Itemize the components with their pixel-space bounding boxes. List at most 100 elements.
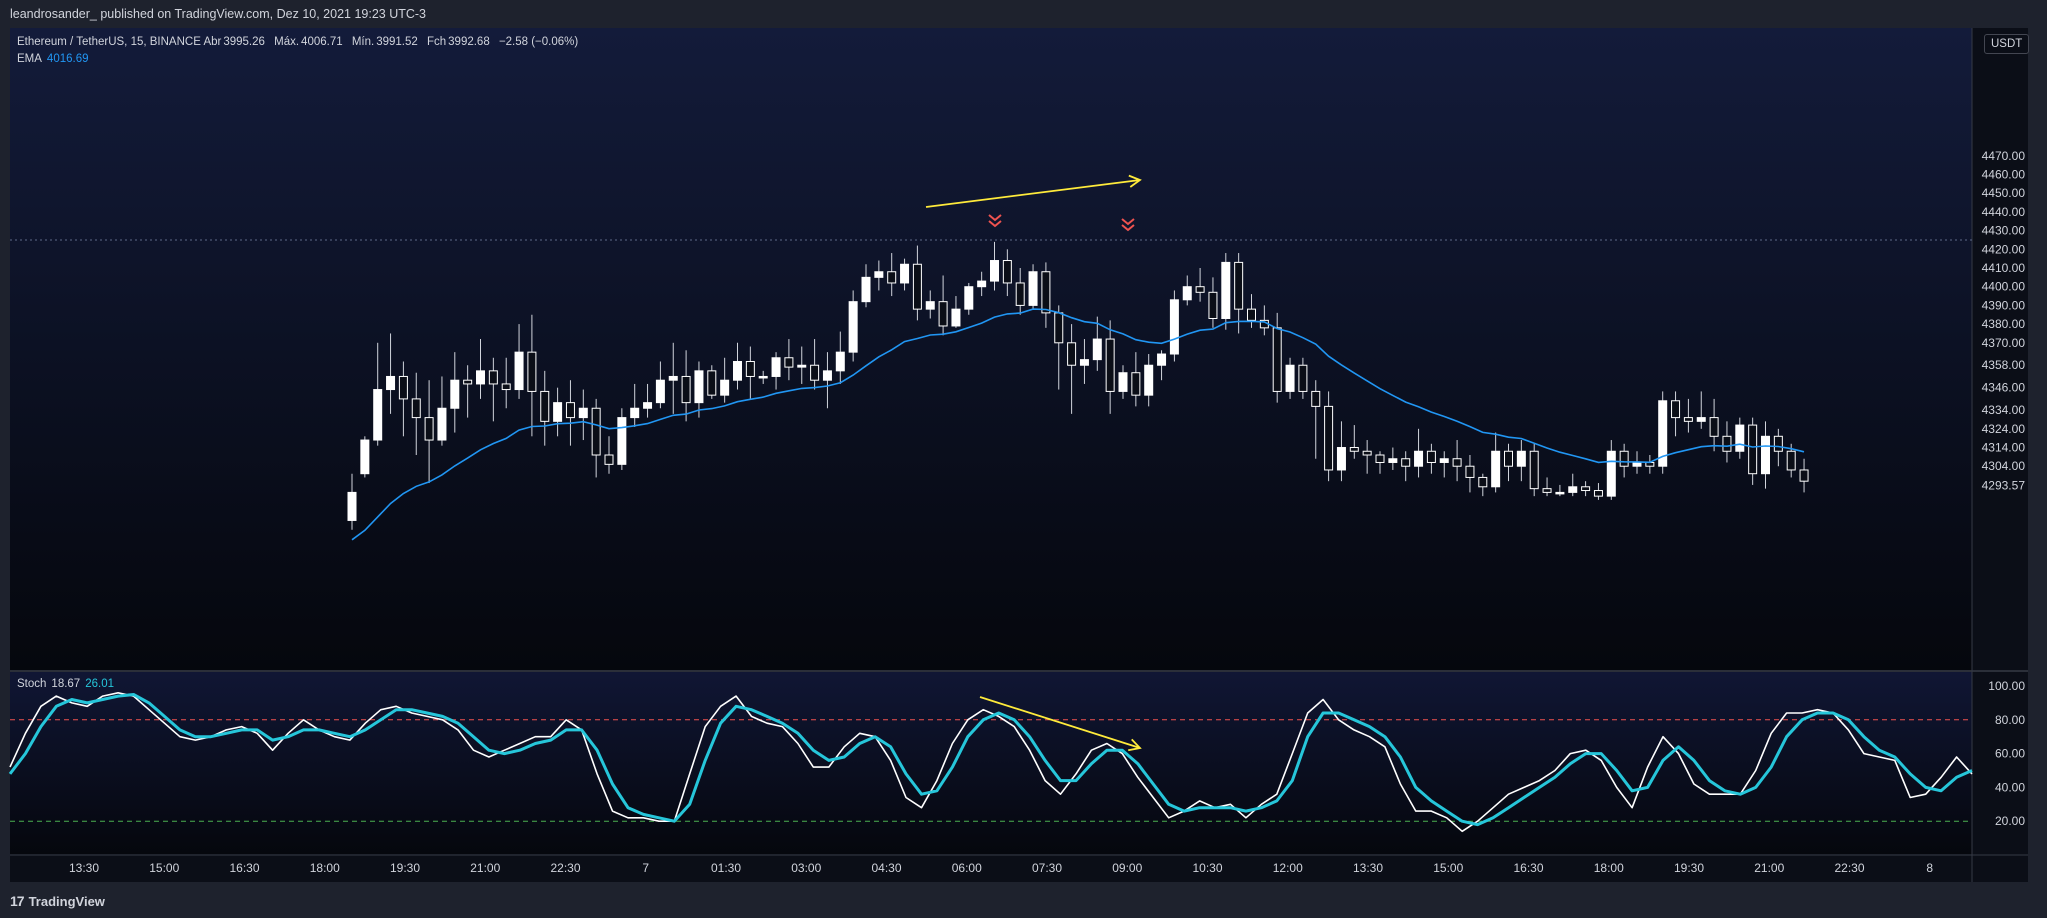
price-tick-label: 4324.00	[1982, 422, 2026, 436]
tradingview-logo[interactable]: 17 TradingView	[10, 893, 105, 909]
time-tick-label: 22:30	[550, 861, 580, 875]
chart-svg[interactable]: 13:30 15:00 16:30 18:00 19:30 21:00 22:30 7 01:3…	[0, 0, 2047, 918]
candle-down	[1426, 450, 1436, 463]
candle-up	[1555, 491, 1565, 495]
candle-up	[1169, 299, 1179, 355]
stoch-label[interactable]: Stoch	[17, 678, 46, 690]
candle-up	[874, 271, 884, 278]
close-label: Fch	[426, 36, 447, 48]
price-tick-label: 4370.00	[1982, 336, 2026, 350]
candle-up	[990, 260, 999, 282]
candle-up	[553, 402, 563, 422]
candle-down	[591, 407, 601, 456]
price-tick-label: 4430.00	[1982, 224, 2026, 238]
candle-up	[1632, 461, 1642, 467]
time-tick-label: 03:00	[791, 861, 821, 875]
candle-up	[1221, 261, 1231, 319]
series-legend: Ethereum / TetherUS, 15, BINANCE Abr 3995…	[17, 34, 578, 68]
candle-up	[655, 379, 665, 404]
candle-down	[540, 390, 550, 422]
symbol-name[interactable]: Ethereum / TetherUS, 15, BINANCE	[17, 36, 201, 48]
candle-down	[1195, 286, 1205, 293]
candle-up	[476, 370, 485, 385]
stoch-tick-label: 40.00	[1995, 780, 2025, 794]
price-tick-label: 4420.00	[1982, 242, 2026, 256]
time-tick-label: 19:30	[390, 861, 420, 875]
candle-down	[1349, 447, 1359, 452]
candle-down	[1478, 476, 1488, 488]
candle-down	[1401, 458, 1411, 467]
price-tick-label: 4346.00	[1982, 381, 2026, 395]
time-tick-label: 15:00	[149, 861, 179, 875]
price-tick-label: 4460.00	[1982, 168, 2026, 182]
candle-up	[450, 379, 460, 409]
candle-down	[1234, 261, 1244, 310]
candle-up	[347, 491, 357, 521]
open-value: 3995.26	[223, 36, 265, 48]
candle-down	[1131, 372, 1141, 396]
candle-down	[1015, 282, 1025, 306]
candle-down	[912, 263, 922, 310]
candle-up	[797, 364, 807, 368]
time-tick-label: 04:30	[871, 861, 901, 875]
candle-up	[1606, 450, 1616, 497]
stoch-pane	[10, 672, 1972, 854]
candle-down	[745, 361, 755, 377]
time-tick-label: 09:00	[1112, 861, 1142, 875]
candle-up	[1388, 458, 1398, 463]
candle-up	[668, 375, 678, 381]
stoch-legend: Stoch 18.67 26.01	[17, 678, 114, 690]
candle-down	[488, 370, 498, 385]
candle-down	[887, 271, 897, 284]
candle-down	[1593, 490, 1603, 497]
candle-down	[1375, 454, 1385, 463]
candle-down	[1619, 450, 1629, 467]
time-tick-label: 18:00	[310, 861, 340, 875]
tradingview-brand: TradingView	[28, 893, 105, 909]
price-tick-label: 4470.00	[1982, 149, 2026, 163]
candle-down	[1722, 435, 1732, 452]
stoch-d-value: 26.01	[85, 678, 114, 690]
candle-down	[1465, 465, 1475, 478]
candle-down	[411, 398, 421, 419]
candle-down	[1683, 417, 1693, 422]
currency-badge[interactable]: USDT	[1984, 34, 2030, 54]
open-label: Abr	[203, 36, 222, 48]
candle-up	[848, 301, 858, 353]
tradingview-logo-icon: 17	[10, 893, 25, 909]
candle-down	[1002, 260, 1012, 284]
candle-down	[707, 370, 717, 396]
ema-label[interactable]: EMA	[17, 53, 42, 65]
time-tick-label: 21:00	[470, 861, 500, 875]
stoch-tick-label: 80.00	[1995, 713, 2025, 727]
candle-down	[784, 357, 794, 368]
candle-up	[1336, 447, 1346, 471]
high-value: 4006.71	[301, 36, 343, 48]
time-tick-label: 7	[642, 861, 649, 875]
candle-down	[1298, 364, 1308, 392]
candle-up	[1182, 286, 1192, 301]
candle-up	[437, 407, 447, 441]
candle-up	[694, 370, 704, 404]
candle-up	[951, 308, 961, 327]
time-tick-label: 10:30	[1192, 861, 1222, 875]
candle-up	[1414, 450, 1424, 467]
high-label: Máx.	[274, 36, 300, 48]
candle-up	[925, 301, 935, 310]
candle-up	[1285, 364, 1295, 392]
close-value: 3992.68	[448, 36, 490, 48]
candle-up	[1568, 486, 1578, 493]
time-tick-label: 13:30	[69, 861, 99, 875]
price-tick-label: 4390.00	[1982, 298, 2026, 312]
time-tick-label: 01:30	[711, 861, 741, 875]
candle-up	[386, 375, 396, 391]
candle-down	[1748, 424, 1758, 475]
price-tick-label: 4450.00	[1982, 186, 2026, 200]
stoch-tick-label: 60.00	[1995, 747, 2025, 761]
time-tick-label: 12:00	[1273, 861, 1303, 875]
low-value: 3991.52	[376, 36, 418, 48]
price-tick-label: 4293.57	[1982, 479, 2026, 493]
candle-up	[1157, 353, 1167, 366]
candle-down	[1529, 450, 1539, 490]
ema-line: EMA 4016.69	[17, 51, 578, 68]
